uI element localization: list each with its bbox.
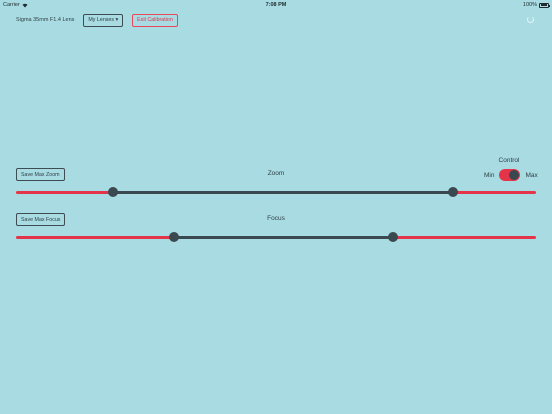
focus-max-thumb[interactable]	[388, 232, 398, 242]
control-toggle-row: Min Max	[484, 169, 538, 181]
zoom-title: Zoom	[267, 170, 285, 177]
zoom-max-thumb[interactable]	[448, 187, 458, 197]
lens-name: Sigma 35mm F1.4 Lens	[16, 17, 75, 23]
control-min-label: Min	[484, 171, 495, 179]
save-max-zoom-button[interactable]: Save Max Zoom	[16, 168, 65, 181]
status-bar: Carrier 7:08 PM 100%	[0, 0, 552, 10]
battery-indicator: 100%	[522, 2, 550, 8]
clock: 7:08 PM	[265, 2, 287, 8]
loading-spinner-icon	[527, 16, 534, 23]
control-max-label: Max	[525, 171, 538, 179]
top-bar: Sigma 35mm F1.4 Lens My Lenses ▾ Exit Ca…	[16, 12, 178, 28]
exit-calibration-button[interactable]: Exit Calibration	[132, 13, 178, 27]
focus-min-thumb[interactable]	[169, 232, 179, 242]
my-lenses-button[interactable]: My Lenses ▾	[83, 13, 124, 27]
battery-icon	[539, 2, 550, 8]
control-title: Control	[498, 157, 520, 164]
battery-percent: 100%	[522, 2, 537, 8]
focus-range-fill	[174, 236, 393, 239]
save-max-focus-button[interactable]: Save Max Focus	[16, 213, 66, 226]
zoom-min-thumb[interactable]	[108, 187, 118, 197]
zoom-range-fill	[113, 191, 453, 194]
focus-title: Focus	[267, 215, 285, 222]
control-toggle[interactable]	[499, 169, 521, 181]
